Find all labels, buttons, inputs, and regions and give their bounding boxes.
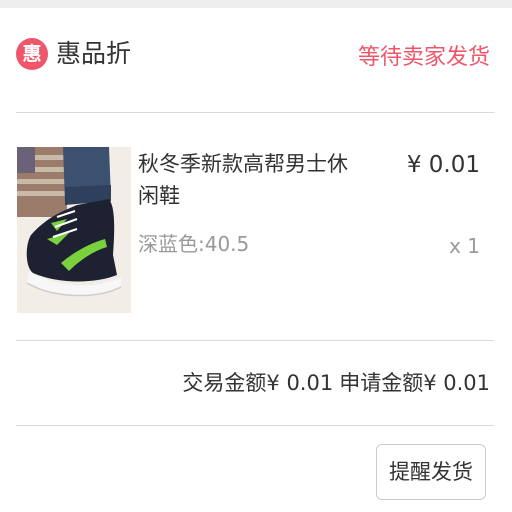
product-variant: 深蓝色:40.5 — [138, 232, 250, 256]
product-image[interactable] — [17, 147, 131, 313]
divider — [16, 340, 494, 341]
divider — [16, 112, 494, 113]
divider — [16, 425, 494, 426]
order-totals: 交易金额¥ 0.01 申请金额¥ 0.01 — [182, 368, 490, 398]
apply-amount-value: ¥ 0.01 — [423, 371, 490, 395]
order-card: 惠 惠品折 等待卖家发货 秋冬季新款高帮男士休闲鞋 深蓝色:40.5 ¥ 0.0… — [0, 0, 512, 512]
product-quantity: x 1 — [449, 234, 480, 258]
store-header[interactable]: 惠 惠品折 等待卖家发货 — [0, 8, 512, 112]
product-price: ¥ 0.01 — [406, 152, 480, 178]
trade-amount-value: ¥ 0.01 — [266, 371, 334, 395]
top-separator — [0, 0, 512, 8]
remind-ship-button[interactable]: 提醒发货 — [376, 444, 486, 500]
sneaker-photo-icon — [17, 147, 131, 313]
trade-amount-label: 交易金额 — [182, 371, 267, 395]
order-status: 等待卖家发货 — [357, 45, 490, 70]
product-title[interactable]: 秋冬季新款高帮男士休闲鞋 — [138, 148, 360, 212]
store-name[interactable]: 惠品折 — [56, 38, 131, 70]
store-logo-icon: 惠 — [16, 38, 48, 70]
apply-amount-label: 申请金额 — [339, 371, 424, 395]
